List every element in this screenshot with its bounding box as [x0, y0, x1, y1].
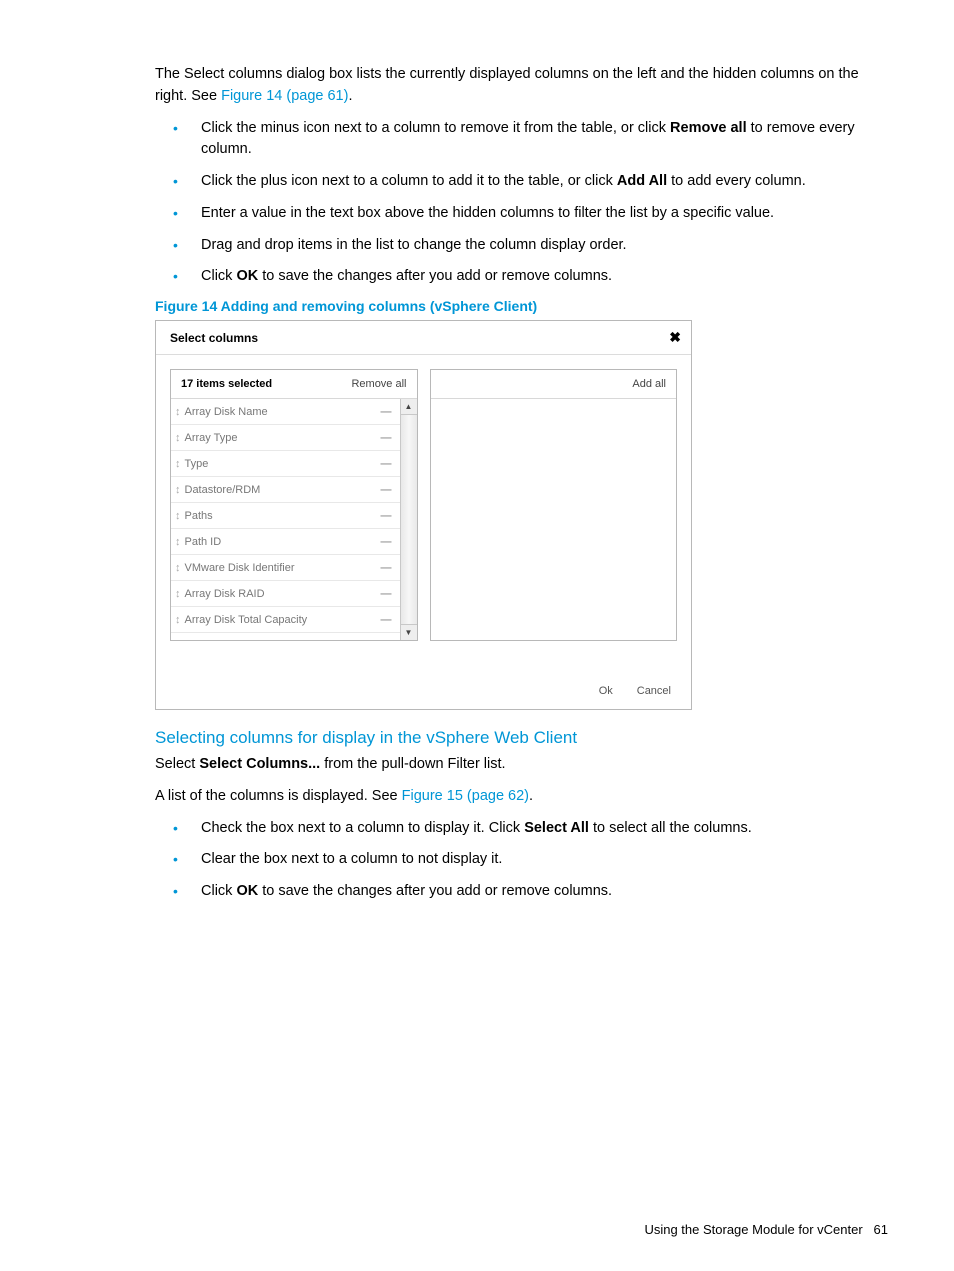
drag-handle-icon[interactable]: ↕ [175, 562, 181, 574]
figure14-link[interactable]: Figure 14 (page 61) [221, 88, 348, 104]
list-item: Click OK to save the changes after you a… [201, 881, 869, 903]
drag-handle-icon[interactable]: ↕ [175, 458, 181, 470]
selected-count-label: 17 items selected [181, 378, 272, 390]
drag-handle-icon[interactable]: ↕ [175, 406, 181, 418]
drag-handle-icon[interactable]: ↕ [175, 484, 181, 496]
list-item: Enter a value in the text box above the … [201, 203, 869, 225]
available-columns-list [431, 399, 677, 640]
minus-icon[interactable]: — [381, 614, 392, 626]
footer-text: Using the Storage Module for vCenter [644, 1222, 862, 1237]
body-paragraph: A list of the columns is displayed. See … [155, 786, 869, 808]
list-item[interactable]: ↕Array Type— [171, 425, 400, 451]
figure15-link[interactable]: Figure 15 (page 62) [402, 788, 529, 804]
dialog-title: Select columns [170, 331, 258, 345]
add-all-button[interactable]: Add all [632, 378, 666, 390]
scroll-up-icon[interactable]: ▲ [401, 399, 417, 415]
minus-icon[interactable]: — [381, 432, 392, 444]
minus-icon[interactable]: — [381, 406, 392, 418]
minus-icon[interactable]: — [381, 484, 392, 496]
scroll-down-icon[interactable]: ▼ [401, 624, 417, 640]
list-item: Click OK to save the changes after you a… [201, 266, 869, 288]
list-item[interactable]: ↕Paths— [171, 503, 400, 529]
bullet-list-1: Click the minus icon next to a column to… [155, 118, 869, 289]
section-heading: Selecting columns for display in the vSp… [155, 728, 869, 748]
list-item: Drag and drop items in the list to chang… [201, 235, 869, 257]
close-icon[interactable]: ✖ [669, 329, 681, 346]
minus-icon[interactable]: — [381, 536, 392, 548]
list-item[interactable]: ↕Path ID— [171, 529, 400, 555]
drag-handle-icon[interactable]: ↕ [175, 588, 181, 600]
minus-icon[interactable]: — [381, 562, 392, 574]
cancel-button[interactable]: Cancel [637, 685, 671, 697]
list-item: Click the plus icon next to a column to … [201, 171, 869, 193]
minus-icon[interactable]: — [381, 510, 392, 522]
list-item[interactable]: ↕Datastore/RDM— [171, 477, 400, 503]
minus-icon[interactable]: — [381, 458, 392, 470]
list-item: Check the box next to a column to displa… [201, 818, 869, 840]
ok-button[interactable]: Ok [599, 685, 613, 697]
page-number: 61 [874, 1222, 888, 1237]
drag-handle-icon[interactable]: ↕ [175, 432, 181, 444]
selected-columns-panel: 17 items selected Remove all ↕Array Disk… [170, 369, 418, 641]
drag-handle-icon[interactable]: ↕ [175, 536, 181, 548]
body-paragraph: Select Select Columns... from the pull-d… [155, 754, 869, 776]
figure-caption: Figure 14 Adding and removing columns (v… [155, 298, 869, 314]
list-item[interactable]: ↕Array Disk Total Capacity— [171, 607, 400, 633]
remove-all-button[interactable]: Remove all [351, 378, 406, 390]
select-columns-dialog: Select columns ✖ 17 items selected Remov… [155, 320, 692, 710]
list-item: Click the minus icon next to a column to… [201, 118, 869, 162]
minus-icon[interactable]: — [381, 588, 392, 600]
intro-paragraph: The Select columns dialog box lists the … [155, 64, 869, 108]
drag-handle-icon[interactable]: ↕ [175, 614, 181, 626]
list-item[interactable]: ↕Array Disk Allocated Capacity [171, 633, 400, 640]
bullet-list-2: Check the box next to a column to displa… [155, 818, 869, 903]
drag-handle-icon[interactable]: ↕ [175, 510, 181, 522]
drag-handle-icon[interactable]: ↕ [175, 640, 181, 641]
available-columns-panel: Add all [430, 369, 678, 641]
list-item[interactable]: ↕VMware Disk Identifier— [171, 555, 400, 581]
list-item[interactable]: ↕Array Disk Name— [171, 399, 400, 425]
intro-period: . [348, 88, 352, 104]
list-item[interactable]: ↕Type— [171, 451, 400, 477]
scrollbar[interactable]: ▲ ▼ [400, 399, 417, 640]
list-item[interactable]: ↕Array Disk RAID— [171, 581, 400, 607]
selected-columns-list: ↕Array Disk Name— ↕Array Type— ↕Type— ↕D… [171, 399, 400, 640]
page-footer: Using the Storage Module for vCenter 61 [644, 1222, 888, 1237]
list-item: Clear the box next to a column to not di… [201, 849, 869, 871]
